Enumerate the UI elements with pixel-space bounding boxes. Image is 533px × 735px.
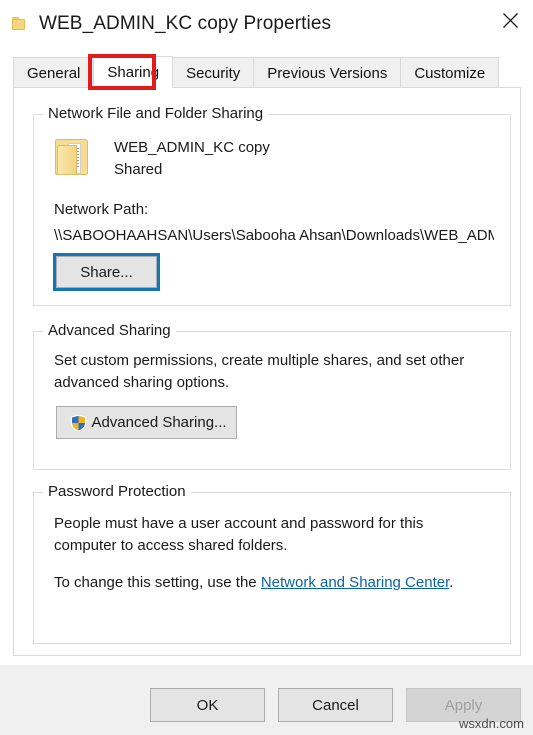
network-path-label: Network Path: xyxy=(54,201,149,218)
share-button[interactable]: Share... xyxy=(53,253,160,291)
properties-dialog: WEB_ADMIN_KC copy Properties General Sha… xyxy=(0,0,533,735)
folder-icon xyxy=(12,16,27,31)
ok-button[interactable]: OK xyxy=(150,688,265,722)
folder-icon xyxy=(54,136,94,178)
password-protection-group-title: Password Protection xyxy=(43,483,191,500)
network-sharing-group-title: Network File and Folder Sharing xyxy=(43,105,269,122)
advanced-sharing-button[interactable]: Advanced Sharing... xyxy=(56,406,237,439)
window-title: WEB_ADMIN_KC copy Properties xyxy=(39,12,332,34)
advanced-sharing-group: Advanced Sharing Set custom permissions,… xyxy=(33,322,511,470)
advanced-sharing-group-title: Advanced Sharing xyxy=(43,322,176,339)
network-path-value: \\SABOOHAAHSAN\Users\Sabooha Ahsan\Downl… xyxy=(54,227,494,244)
tab-customize[interactable]: Customize xyxy=(400,57,500,88)
close-icon xyxy=(502,12,518,28)
tab-security[interactable]: Security xyxy=(172,57,255,88)
shared-folder-info: WEB_ADMIN_KC copy Shared xyxy=(54,136,270,181)
tab-content-panel: Network File and Folder Sharing WEB_ADMI… xyxy=(13,87,521,656)
password-protection-group: Password Protection People must have a u… xyxy=(33,483,511,644)
advanced-sharing-button-label: Advanced Sharing... xyxy=(91,414,227,431)
password-protection-description: People must have a user account and pass… xyxy=(54,515,424,554)
password-protection-change-text: To change this setting, use the Network … xyxy=(54,572,494,594)
tab-general[interactable]: General xyxy=(13,57,95,88)
watermark: wsxdn.com xyxy=(458,716,524,731)
close-button[interactable] xyxy=(487,0,533,40)
tab-previous-versions[interactable]: Previous Versions xyxy=(253,57,402,88)
advanced-sharing-description: Set custom permissions, create multiple … xyxy=(54,352,465,391)
title-bar: WEB_ADMIN_KC copy Properties xyxy=(0,0,533,47)
change-setting-prefix: To change this setting, use the xyxy=(54,574,261,591)
cancel-button[interactable]: Cancel xyxy=(278,688,393,722)
tab-strip: General Sharing Security Previous Versio… xyxy=(13,56,500,88)
uac-shield-icon xyxy=(71,414,87,432)
network-file-and-folder-sharing-group: Network File and Folder Sharing WEB_ADMI… xyxy=(33,105,511,306)
tab-sharing[interactable]: Sharing xyxy=(93,56,174,88)
network-and-sharing-center-link[interactable]: Network and Sharing Center xyxy=(261,574,449,591)
change-setting-suffix: . xyxy=(449,574,454,591)
shared-folder-name: WEB_ADMIN_KC copy xyxy=(114,139,270,156)
dialog-footer: OK Cancel Apply wsxdn.com xyxy=(0,664,533,735)
share-state-label: Shared xyxy=(114,161,163,178)
